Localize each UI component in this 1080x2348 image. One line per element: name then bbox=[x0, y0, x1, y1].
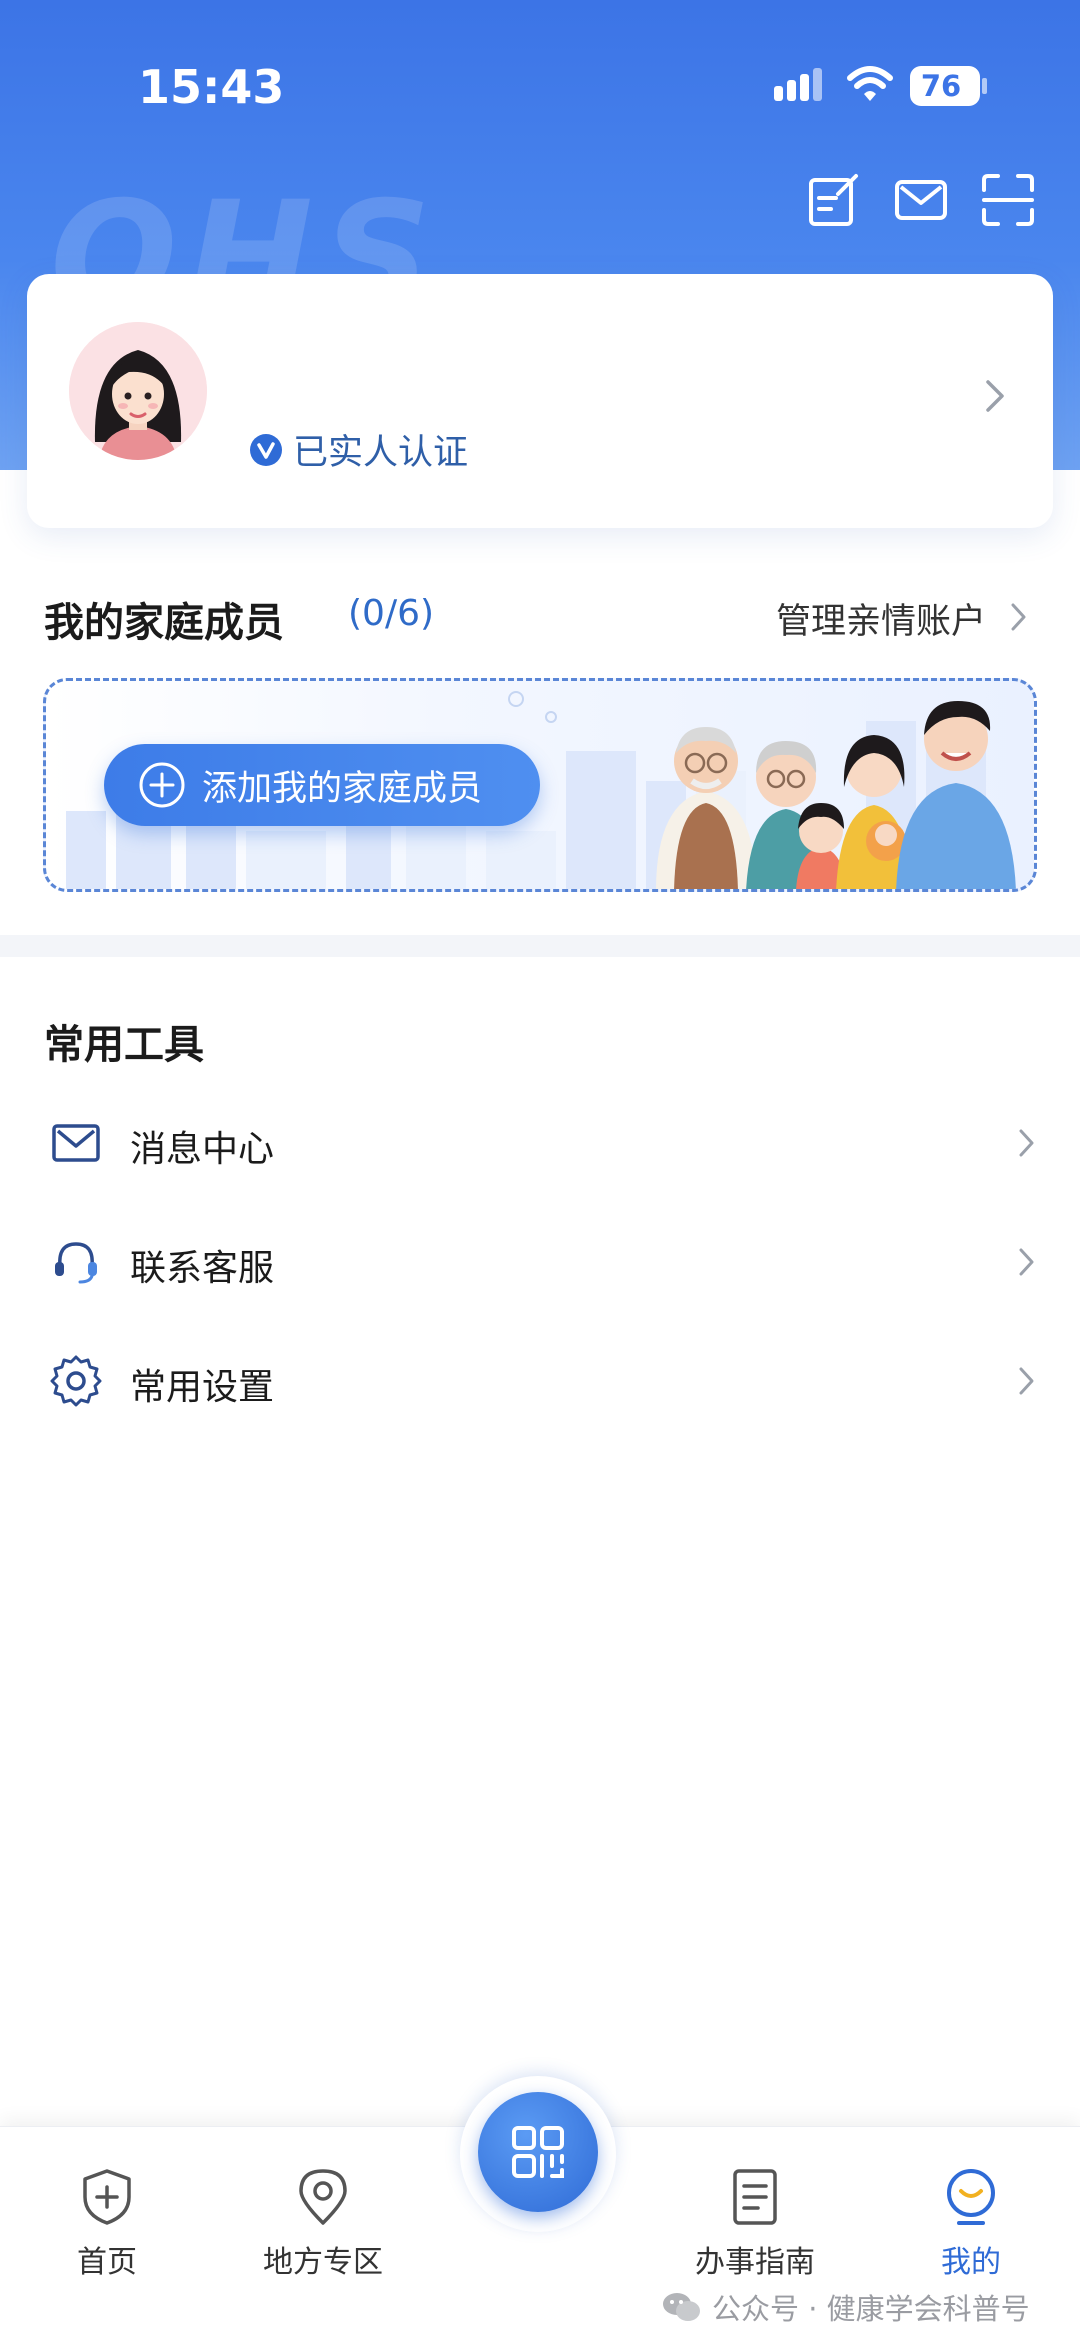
plus-circle-icon bbox=[139, 762, 185, 808]
nav-item-label: 地方专区 bbox=[263, 2245, 383, 2280]
location-pin-icon bbox=[299, 2169, 347, 2225]
tool-item-customer-service[interactable]: 联系客服 bbox=[0, 1209, 1080, 1319]
mail-icon[interactable] bbox=[893, 172, 949, 228]
verified-badge: 已实人认证 bbox=[249, 424, 468, 475]
signal-icon bbox=[774, 68, 822, 101]
battery-indicator: 76 bbox=[910, 66, 980, 106]
wifi-icon bbox=[847, 66, 893, 101]
nav-item-local-zone[interactable]: 地方专区 bbox=[233, 2147, 413, 2280]
status-bar: 15:43 76 bbox=[0, 0, 1080, 170]
nav-item-label: 首页 bbox=[77, 2245, 137, 2280]
battery-level: 76 bbox=[920, 69, 962, 103]
avatar[interactable] bbox=[69, 322, 207, 460]
status-time: 15:43 bbox=[138, 60, 285, 114]
headset-icon bbox=[55, 1242, 97, 1284]
chevron-right-icon[interactable] bbox=[1010, 602, 1028, 632]
nav-item-label: 办事指南 bbox=[695, 2245, 815, 2280]
profile-card[interactable]: 已实人认证 bbox=[27, 274, 1053, 528]
wechat-watermark: 公众号 · 健康学会科普号 bbox=[662, 2286, 1030, 2328]
edit-icon[interactable] bbox=[806, 172, 862, 228]
wechat-icon bbox=[663, 2293, 700, 2321]
avatar-illustration bbox=[69, 322, 207, 460]
qr-code-icon bbox=[512, 2126, 564, 2178]
shield-plus-icon bbox=[83, 2169, 131, 2225]
scan-icon[interactable] bbox=[980, 172, 1036, 228]
family-section-title: 我的家庭成员 bbox=[44, 600, 284, 646]
family-people-illustration bbox=[656, 701, 1016, 889]
manage-family-account-link[interactable]: 管理亲情账户 bbox=[776, 593, 986, 644]
chevron-right-icon bbox=[1019, 1367, 1034, 1395]
tool-item-label: 常用设置 bbox=[130, 1367, 275, 1408]
mail-icon bbox=[52, 1124, 100, 1162]
scan-qr-button[interactable] bbox=[478, 2092, 598, 2212]
chevron-right-icon bbox=[1019, 1129, 1034, 1157]
nav-item-mine[interactable]: 我的 bbox=[881, 2147, 1061, 2280]
tools-section-title: 常用工具 bbox=[44, 1022, 204, 1068]
nav-item-service-guide[interactable]: 办事指南 bbox=[665, 2147, 845, 2280]
nav-item-label: 我的 bbox=[941, 2245, 1001, 2280]
chevron-right-icon[interactable] bbox=[983, 378, 1007, 414]
document-icon bbox=[733, 2169, 777, 2225]
chevron-right-icon bbox=[1019, 1248, 1034, 1276]
add-family-member-label: 添加我的家庭成员 bbox=[202, 768, 483, 809]
tool-item-settings[interactable]: 常用设置 bbox=[0, 1328, 1080, 1438]
nav-item-home[interactable]: 首页 bbox=[17, 2147, 197, 2280]
smile-user-icon bbox=[947, 2169, 995, 2225]
tool-item-label: 联系客服 bbox=[130, 1248, 275, 1289]
gear-icon bbox=[50, 1355, 102, 1407]
add-family-member-button[interactable]: 添加我的家庭成员 bbox=[104, 744, 540, 826]
tool-item-message-center[interactable]: 消息中心 bbox=[0, 1090, 1080, 1200]
verified-check-icon bbox=[250, 433, 282, 466]
tool-item-label: 消息中心 bbox=[130, 1129, 275, 1170]
watermark-text: 公众号 · 健康学会科普号 bbox=[712, 2292, 1030, 2326]
verified-label: 已实人认证 bbox=[293, 433, 469, 473]
battery-tip bbox=[982, 78, 987, 94]
family-count: (0/6) bbox=[348, 593, 435, 634]
section-divider bbox=[0, 935, 1080, 957]
